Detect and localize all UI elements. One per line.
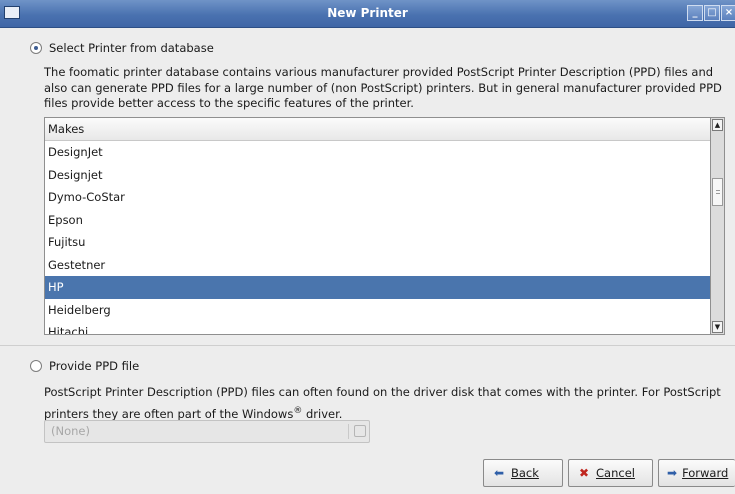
ppd-description-text: printers they are often part of the Wind… — [44, 406, 294, 421]
scroll-up-icon[interactable]: ▲ — [712, 119, 723, 131]
ppd-option[interactable]: Provide PPD file — [30, 359, 139, 373]
ppd-radio[interactable] — [30, 360, 42, 372]
forward-button-label: Forward — [682, 466, 729, 480]
chooser-divider — [348, 424, 349, 439]
cancel-button-label: Cancel — [596, 466, 635, 480]
database-radio[interactable] — [30, 42, 42, 54]
ppd-description: PostScript Printer Description (PPD) fil… — [44, 383, 734, 424]
title-bar[interactable]: New Printer _ □ × — [0, 0, 735, 28]
list-item[interactable]: Gestetner — [45, 254, 710, 277]
ppd-option-label: Provide PPD file — [49, 359, 140, 373]
database-option-label: Select Printer from database — [49, 41, 214, 55]
list-item[interactable]: Dymo-CoStar — [45, 186, 710, 209]
list-item[interactable]: Hitachi — [45, 321, 710, 334]
list-item[interactable]: Epson — [45, 209, 710, 232]
makes-scrollbar[interactable]: ▲ ▼ — [711, 117, 725, 335]
ppd-description-line: PostScript Printer Description (PPD) fil… — [44, 385, 721, 399]
ppd-file-value: (None) — [51, 424, 90, 438]
list-item[interactable]: Heidelberg — [45, 299, 710, 322]
list-item[interactable]: Designjet — [45, 164, 710, 187]
cancel-x-icon: ✖ — [578, 466, 590, 480]
database-description-line: also can generate PPD files for a large … — [44, 80, 722, 95]
database-description-line: The foomatic printer database contains v… — [44, 65, 714, 79]
folder-icon — [354, 425, 366, 437]
section-divider — [0, 345, 735, 346]
registered-mark: ® — [293, 406, 303, 416]
scroll-down-icon[interactable]: ▼ — [712, 321, 723, 333]
ppd-description-text: driver. — [302, 406, 343, 421]
list-item-selected[interactable]: HP — [45, 276, 710, 299]
database-description-line: files provide better access to the speci… — [44, 96, 414, 110]
makes-column-header[interactable]: Makes — [45, 118, 710, 141]
cancel-button[interactable]: ✖ Cancel — [568, 459, 653, 487]
maximize-button[interactable]: □ — [704, 5, 720, 21]
scroll-thumb[interactable] — [712, 178, 723, 206]
back-arrow-icon: ⬅ — [493, 466, 505, 480]
list-item[interactable]: Fujitsu — [45, 231, 710, 254]
forward-arrow-icon: ➡ — [667, 466, 678, 480]
forward-button[interactable]: ➡ Forward — [658, 459, 735, 487]
back-button-label: Back — [511, 466, 539, 480]
close-button[interactable]: × — [721, 5, 735, 21]
minimize-button[interactable]: _ — [687, 5, 703, 21]
makes-list[interactable]: Makes DesignJet Designjet Dymo-CoStar Ep… — [44, 117, 711, 335]
ppd-file-chooser[interactable]: (None) — [44, 420, 370, 443]
database-description: The foomatic printer database contains v… — [44, 65, 734, 112]
database-option[interactable]: Select Printer from database — [30, 41, 214, 55]
back-button[interactable]: ⬅ Back — [483, 459, 563, 487]
window-title: New Printer — [327, 6, 408, 20]
list-item[interactable]: DesignJet — [45, 141, 710, 164]
